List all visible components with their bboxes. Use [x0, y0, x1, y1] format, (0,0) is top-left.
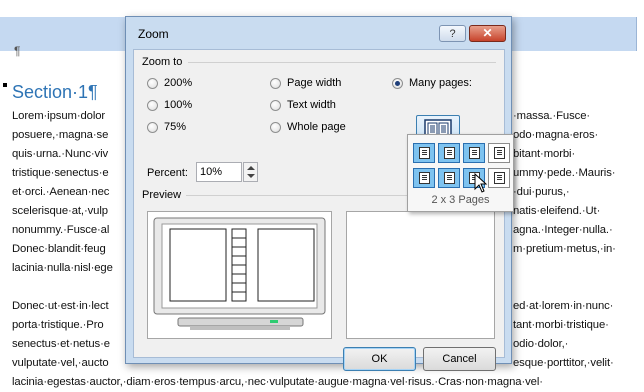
body-line: ed·at·lorem·in·nunc· [513, 300, 614, 312]
body-line: posuere,·magna·se [12, 129, 109, 141]
percent-input[interactable]: 10% [196, 162, 242, 182]
cancel-button[interactable]: Cancel [423, 347, 496, 371]
help-button[interactable]: ? [439, 25, 466, 42]
body-line: nonummy.·Fusce·al [12, 224, 110, 236]
preview-label: Preview [142, 189, 182, 201]
body-line: Donec·blandit·feug [12, 243, 106, 255]
page-icon [444, 147, 455, 159]
section-heading: Section·1¶ [12, 82, 98, 102]
header-band-edge [636, 17, 637, 51]
grid-cell[interactable] [438, 143, 460, 163]
body-line: m·pretium·metus,·in· [513, 243, 616, 255]
body-line: odio·dolor,· [513, 338, 569, 350]
radio-many-pages[interactable] [392, 77, 403, 89]
zoom-200-label: 200% [164, 77, 193, 89]
body-line: natis·eleifend.·Ut· [513, 205, 601, 217]
page-icon [419, 147, 430, 159]
close-button[interactable]: ✕ [469, 25, 506, 42]
body-line: Donec·ut·est·in·lect [12, 300, 109, 312]
body-line: Lorem·ipsum·dolor [12, 110, 106, 122]
zoom-to-label: Zoom to [142, 56, 183, 68]
radio-75[interactable] [147, 121, 158, 133]
radio-100[interactable] [147, 99, 158, 111]
paragraph-mark: ¶ [14, 44, 21, 58]
text-width-option[interactable]: Text width [270, 99, 336, 111]
body-line: bitant·morbi· [513, 148, 576, 160]
body-line: vulputate·vel,·aucto [12, 357, 109, 369]
page-icon [419, 172, 430, 184]
body-line: quis·urna.·Nunc·viv [12, 148, 109, 160]
preview-sample-panel [346, 211, 495, 339]
body-line: agna.·Integer·nulla.· [513, 224, 613, 236]
radio-page-width[interactable] [270, 77, 281, 89]
page-width-label: Page width [287, 77, 342, 89]
radio-200[interactable] [147, 77, 158, 89]
body-line: lacinia·nulla·nisl·ege [12, 262, 113, 274]
mouse-cursor-icon [474, 173, 488, 193]
zoom-100-label: 100% [164, 99, 193, 111]
grid-cell[interactable] [488, 143, 510, 163]
body-line: ·dui·purus,· [513, 186, 570, 198]
dialog-title: Zoom [138, 27, 169, 41]
grid-cell[interactable] [413, 168, 435, 188]
monitor-preview-icon [153, 217, 326, 330]
zoom-75-option[interactable]: 75% [147, 121, 186, 133]
whole-page-option[interactable]: Whole page [270, 121, 346, 133]
radio-text-width[interactable] [270, 99, 281, 111]
page-icon [494, 147, 505, 159]
page-icon [494, 172, 505, 184]
many-pages-label: Many pages: [409, 77, 472, 89]
page-icon [444, 172, 455, 184]
body-line: esque·porttitor,·velit· [513, 357, 614, 369]
page-icon [469, 147, 480, 159]
percent-spinner[interactable] [243, 162, 258, 182]
grid-cell[interactable] [488, 168, 510, 188]
body-line: tristique·senectus·e [12, 167, 109, 179]
heading-bullet [3, 83, 7, 87]
grid-cell[interactable] [413, 143, 435, 163]
percent-label: Percent: [147, 167, 188, 179]
ok-button[interactable]: OK [343, 347, 416, 371]
spin-down-arrow-icon[interactable] [247, 174, 255, 178]
preview-monitor-panel [147, 211, 332, 339]
body-line: tant·morbi·tristique· [513, 319, 609, 331]
zoom-to-divider [188, 62, 496, 63]
grid-selection-label: 2 x 3 Pages [431, 194, 490, 206]
body-line: ummy·pede.·Mauris· [513, 167, 616, 179]
text-width-label: Text width [287, 99, 336, 111]
pages-grid-picker[interactable]: 2 x 3 Pages [407, 134, 514, 212]
body-line: senectus·et·netus·e [12, 338, 110, 350]
body-last-line: lacinia·egestas·auctor,·diam·eros·tempus… [12, 376, 543, 388]
spin-up-arrow-icon[interactable] [247, 166, 255, 170]
grid-cell[interactable] [463, 143, 485, 163]
zoom-100-option[interactable]: 100% [147, 99, 192, 111]
whole-page-label: Whole page [287, 121, 346, 133]
body-line: scelerisque·at,·vulp [12, 205, 108, 217]
body-line: ·massa.·Fusce· [513, 110, 591, 122]
radio-whole-page[interactable] [270, 121, 281, 133]
body-line: et·orci.·Aenean·nec [12, 186, 110, 198]
zoom-200-option[interactable]: 200% [147, 77, 192, 89]
zoom-75-label: 75% [164, 121, 187, 133]
many-pages-option[interactable]: Many pages: [392, 77, 472, 89]
body-line: odo·magna·eros· [513, 129, 599, 141]
body-line: porta·tristique.·Pro [12, 319, 104, 331]
grid-cell[interactable] [438, 168, 460, 188]
page-width-option[interactable]: Page width [270, 77, 341, 89]
